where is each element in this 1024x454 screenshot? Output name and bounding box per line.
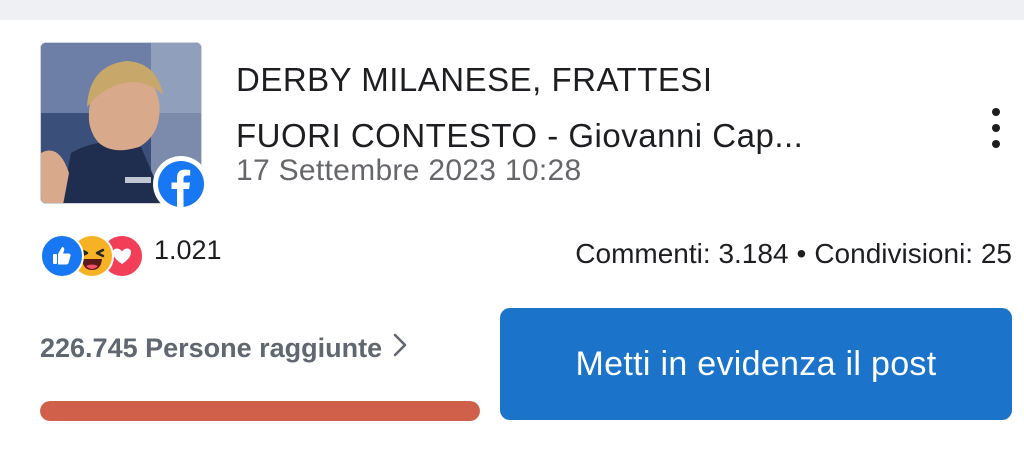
more-options-button[interactable]: [980, 104, 1012, 152]
comments-count[interactable]: Commenti: 3.184: [575, 238, 788, 269]
reactions-summary[interactable]: 1.021: [40, 234, 222, 278]
post-title-line-1: DERBY MILANESE, FRATTESI: [236, 61, 713, 98]
post-thumbnail-wrapper[interactable]: [40, 42, 209, 212]
facebook-icon: [158, 161, 204, 207]
more-options-dot: [992, 108, 1000, 116]
reaction-count: 1.021: [154, 234, 222, 265]
reach-label: 226.745 Persone raggiunte: [40, 333, 383, 363]
boost-post-button[interactable]: Metti in evidenza il post: [500, 308, 1012, 420]
more-options-dot: [992, 124, 1000, 132]
engagement-stats: Commenti: 3.184 • Condivisioni: 25: [575, 238, 1012, 270]
stats-separator: •: [796, 238, 807, 269]
reaction-icons: [40, 234, 144, 278]
reach-progress-fill: [40, 401, 480, 421]
reach-progress-bar: [40, 401, 480, 421]
facebook-badge: [153, 156, 209, 212]
reach-link[interactable]: 226.745 Persone raggiunte: [40, 332, 408, 365]
chevron-right-icon: [392, 332, 408, 365]
post-date: 17 Settembre 2023 10:28: [236, 154, 582, 187]
more-options-dot: [992, 140, 1000, 148]
shares-count[interactable]: Condivisioni: 25: [814, 238, 1012, 269]
post-insights-card: DERBY MILANESE, FRATTESI FUORI CONTESTO …: [0, 20, 1024, 454]
like-icon: [40, 234, 84, 278]
top-divider-strip: [0, 0, 1024, 20]
post-title[interactable]: DERBY MILANESE, FRATTESI FUORI CONTESTO …: [236, 52, 936, 164]
